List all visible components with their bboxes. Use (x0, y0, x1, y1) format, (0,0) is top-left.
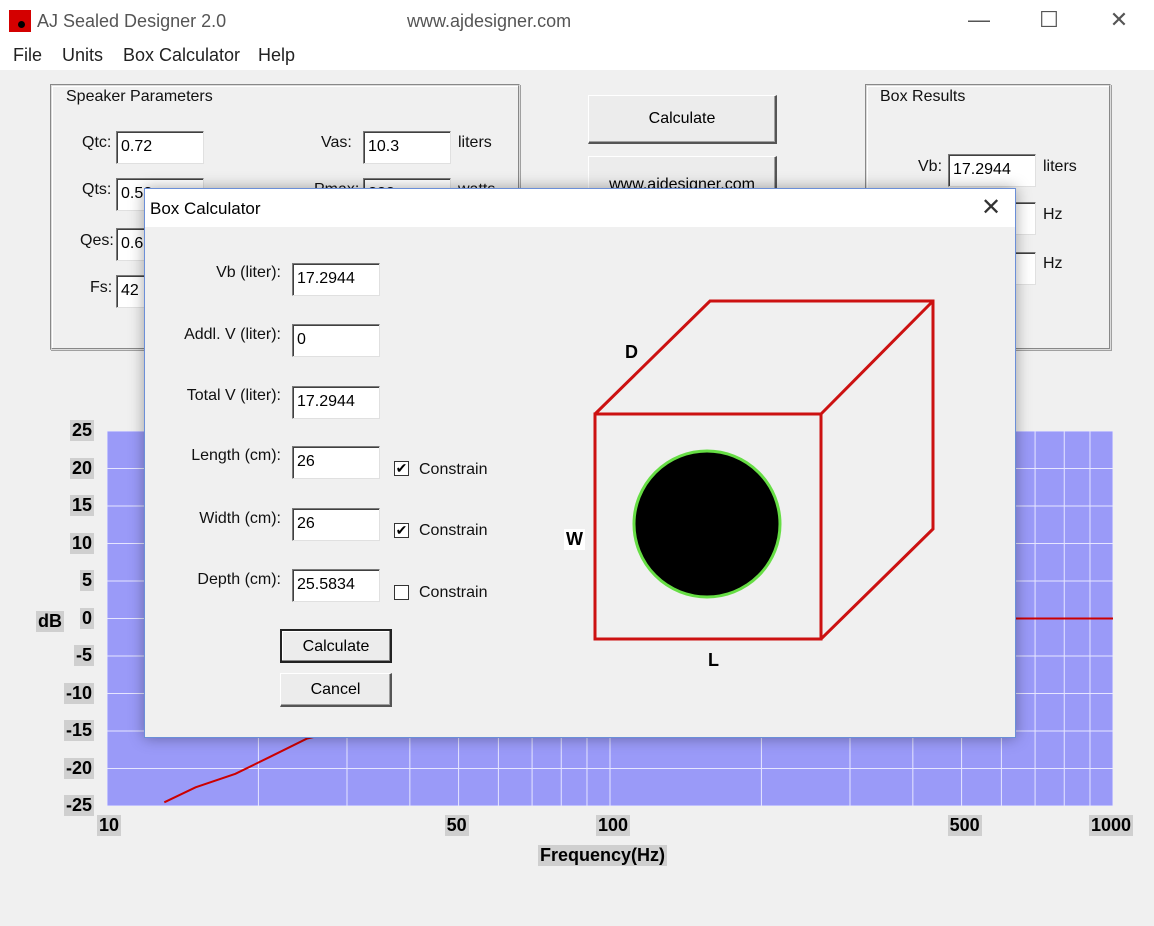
y-tick-label: -5 (73, 645, 94, 666)
length-letter: L (708, 650, 719, 670)
y-tick-label: -15 (63, 720, 94, 741)
width-letter: W (564, 529, 585, 550)
depth-field[interactable]: 25.5834 (292, 569, 380, 602)
box-calculator-dialog: Box Calculator ✕ Vb (liter): 17.2944 Add… (144, 188, 1016, 738)
y-tick-label: -25 (63, 795, 94, 816)
y-tick-label: 5 (79, 570, 94, 591)
window-title: AJ Sealed Designer 2.0 (37, 11, 227, 31)
vb-result-field[interactable]: 17.2944 (948, 154, 1036, 187)
vb-result-unit: liters (1043, 158, 1077, 175)
length-constrain-checkbox[interactable]: ✔ (394, 461, 409, 476)
length-constrain-label[interactable]: Constrain (419, 461, 487, 479)
minimize-button[interactable]: — (956, 5, 1002, 35)
x-tick-label: 100 (596, 815, 631, 836)
y-tick-label: 15 (69, 495, 94, 516)
dialog-title: Box Calculator (150, 199, 261, 218)
box-results-title: Box Results (878, 88, 968, 106)
qtc-label: Qtc: (82, 134, 112, 151)
total-volume-label: Total V (liter): (186, 387, 281, 404)
dialog-title-bar (145, 189, 1015, 227)
vb-field[interactable]: 17.2944 (292, 263, 380, 296)
dialog-calculate-button[interactable]: Calculate (280, 629, 392, 663)
vas-field[interactable]: 10.3 (363, 131, 451, 164)
width-label: Width (cm): (199, 510, 281, 527)
window-url: www.ajdesigner.com (407, 11, 572, 31)
fs-label: Fs: (90, 279, 113, 296)
calculate-button[interactable]: Calculate (588, 95, 777, 144)
dialog-close-button[interactable]: ✕ (971, 193, 1011, 223)
depth-constrain-checkbox[interactable] (394, 585, 409, 600)
speaker-driver-icon (632, 449, 782, 599)
qtc-field[interactable]: 0.72 (116, 131, 204, 164)
close-button[interactable]: ✕ (1096, 5, 1142, 35)
depth-letter: D (625, 342, 638, 362)
x-tick-label: 10 (97, 815, 122, 836)
x-axis-label: Frequency(Hz) (538, 845, 668, 866)
x-tick-label: 500 (947, 815, 982, 836)
box-illustration (593, 299, 935, 641)
fc-result-unit: Hz (1043, 255, 1063, 272)
addl-volume-label: Addl. V (liter): (184, 326, 281, 343)
y-axis-label: dB (36, 611, 64, 632)
length-label: Length (cm): (191, 447, 281, 464)
width-field[interactable]: 26 (292, 508, 380, 541)
total-volume-field[interactable]: 17.2944 (292, 386, 380, 419)
y-tick-label: 10 (69, 532, 94, 554)
length-field[interactable]: 26 (292, 446, 380, 479)
app-icon[interactable] (9, 10, 31, 32)
f3-result-unit: Hz (1043, 206, 1063, 223)
box-top-edge (819, 299, 935, 416)
y-tick-label: -10 (63, 682, 94, 704)
width-constrain-label[interactable]: Constrain (419, 522, 487, 540)
y-tick-label: 25 (69, 420, 94, 441)
x-tick-label: 1000 (1089, 815, 1134, 836)
y-tick-label: 0 (79, 607, 94, 629)
qes-label: Qes: (80, 232, 114, 249)
speaker-parameters-title: Speaker Parameters (64, 88, 215, 106)
menu-file[interactable]: File (13, 45, 42, 66)
vb-result-label: Vb: (918, 158, 943, 175)
y-tick-label: -20 (63, 757, 94, 779)
depth-label: Depth (cm): (197, 571, 281, 588)
menu-units[interactable]: Units (62, 45, 103, 66)
maximize-button[interactable]: ☐ (1026, 5, 1072, 35)
width-constrain-checkbox[interactable]: ✔ (394, 523, 409, 538)
vb-label: Vb (liter): (216, 264, 281, 281)
y-tick-label: 20 (69, 457, 94, 479)
x-tick-label: 50 (444, 815, 469, 836)
menu-help[interactable]: Help (258, 45, 295, 66)
vas-unit: liters (458, 134, 492, 151)
addl-volume-field[interactable]: 0 (292, 324, 380, 357)
dialog-cancel-button[interactable]: Cancel (280, 673, 392, 707)
depth-constrain-label[interactable]: Constrain (419, 584, 487, 602)
vas-label: Vas: (321, 134, 352, 151)
menu-box-calculator[interactable]: Box Calculator (123, 45, 240, 66)
qts-label: Qts: (82, 181, 112, 198)
